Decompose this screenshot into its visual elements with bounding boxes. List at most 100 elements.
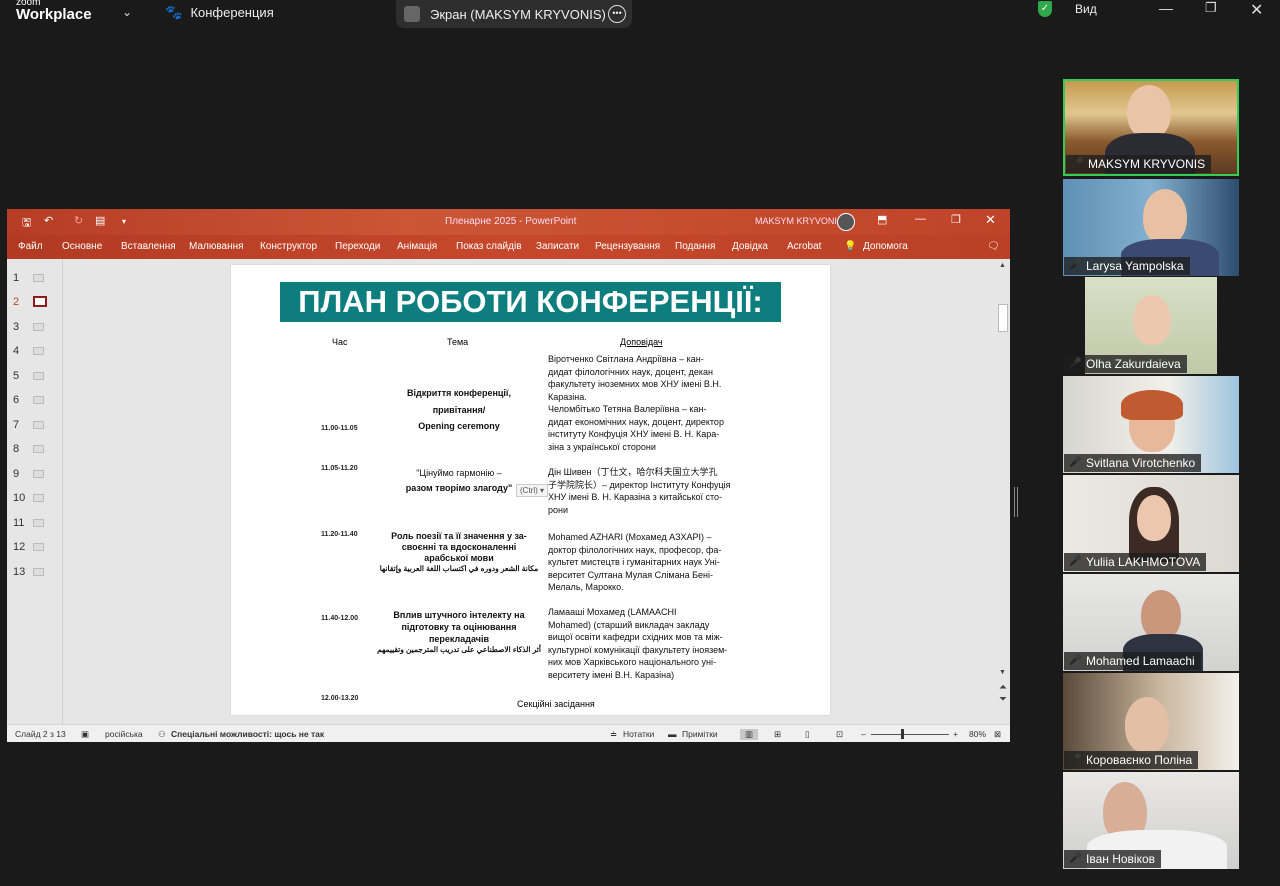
panel-resize-handle[interactable]	[1014, 487, 1018, 517]
slide-thumb-11[interactable]	[33, 519, 44, 527]
ribbon-display-icon[interactable]: ⬒	[877, 213, 887, 226]
slide-title[interactable]: ПЛАН РОБОТИ КОНФЕРЕНЦІЇ:	[280, 282, 781, 322]
participant-tile[interactable]: 🎤 Yuliia LAKHMOTOVA	[1063, 475, 1239, 572]
participant-video	[1143, 189, 1187, 245]
redo-icon[interactable]: ↻	[74, 214, 83, 227]
comments-button[interactable]: Примітки	[682, 729, 718, 739]
undo-icon[interactable]: ↶	[44, 214, 53, 227]
more-options-icon[interactable]: •••	[608, 5, 626, 23]
zoom-slider[interactable]	[871, 734, 949, 735]
participant-tile[interactable]: 🎤 Іван Новіков	[1063, 772, 1239, 869]
slide-thumb-5[interactable]	[33, 372, 44, 380]
view-menu-button[interactable]: Вид	[1075, 2, 1097, 16]
participant-tile[interactable]: 🎤 Olha Zakurdaieva	[1063, 277, 1239, 374]
slide-thumb-4[interactable]	[33, 347, 44, 355]
restore-icon[interactable]: ❐	[1205, 0, 1217, 16]
comment-icon: ▬	[668, 729, 677, 739]
ppt-restore-icon[interactable]: ❐	[951, 213, 961, 226]
slide-thumb-2[interactable]	[33, 296, 47, 307]
zoom-out-icon[interactable]: –	[861, 729, 866, 739]
scroll-up-icon[interactable]: ▲	[999, 262, 1006, 269]
slide-thumb-1[interactable]	[33, 274, 44, 282]
tab-transitions[interactable]: Переходи	[335, 241, 380, 252]
slide-thumb-3[interactable]	[33, 323, 44, 331]
next-slide-icon[interactable]: ⏷	[999, 694, 1007, 705]
slide-canvas[interactable]: ПЛАН РОБОТИ КОНФЕРЕНЦІЇ: Час Тема Допові…	[230, 264, 831, 716]
paste-options-button[interactable]: (Ctrl) ▾	[516, 484, 549, 497]
tab-acrobat[interactable]: Acrobat	[787, 241, 821, 252]
row-speaker-line: дидат економічних наук, доцент, директор	[548, 416, 724, 427]
participant-tile[interactable]: 🎤 Larysa Yampolska	[1063, 179, 1239, 276]
slide-thumb-6[interactable]	[33, 396, 44, 404]
tab-view[interactable]: Подання	[675, 241, 715, 252]
presentation-view-icon[interactable]: ⊡	[836, 729, 843, 740]
tab-insert[interactable]: Вставлення	[121, 241, 176, 252]
ppt-close-icon[interactable]: ✕	[985, 212, 996, 228]
tab-design[interactable]: Конструктор	[260, 241, 317, 252]
tab-slideshow[interactable]: Показ слайдів	[456, 241, 522, 252]
zoom-level[interactable]: 80%	[969, 729, 986, 739]
row-topic-line: Секційні засідання	[517, 699, 595, 709]
slide-number: 3	[13, 321, 20, 333]
minimize-icon[interactable]: —	[1159, 0, 1173, 16]
tab-help[interactable]: Довідка	[732, 241, 768, 252]
slide-thumb-10[interactable]	[33, 494, 44, 502]
meeting-info-button[interactable]: 🐾 Конференция	[165, 4, 274, 21]
prev-slide-icon[interactable]: ⏶	[999, 682, 1007, 693]
row-topic-line: арабської мови	[424, 553, 494, 563]
scroll-thumb[interactable]	[998, 304, 1008, 332]
row-speaker-line: рони	[548, 504, 569, 515]
slide-thumb-13[interactable]	[33, 568, 44, 576]
normal-view-icon[interactable]: ▥	[740, 729, 759, 740]
comments-icon[interactable]: 🗨	[987, 241, 1000, 252]
accessibility-status[interactable]: Спеціальні можливості: щось не так	[171, 729, 324, 739]
participant-tile[interactable]: 🎤 Svitlana Virotchenko	[1063, 376, 1239, 473]
screen-share-indicator[interactable]: Экран (MAKSYM KRYVONIS) •••	[396, 0, 632, 28]
close-icon[interactable]: ✕	[1250, 0, 1263, 20]
zoom-top-bar: zoom Workplace ⌄ 🐾 Конференция Экран (MA…	[0, 0, 1280, 33]
ppt-minimize-icon[interactable]: —	[915, 213, 926, 225]
tab-home[interactable]: Основне	[62, 241, 102, 252]
fit-slide-icon[interactable]: ⊠	[994, 729, 1001, 740]
chevron-down-icon[interactable]: ⌄	[122, 5, 132, 19]
row-time: 11.00-11.05	[321, 425, 358, 432]
tab-file[interactable]: Файл	[18, 241, 43, 252]
row-time: 12.00-13.20	[321, 695, 359, 702]
spellcheck-icon[interactable]: ▣	[81, 729, 89, 740]
participant-tile[interactable]: 🎤 MAKSYM KRYVONIS	[1063, 79, 1239, 176]
tab-tell-me[interactable]: Допомога	[863, 241, 908, 252]
slide-thumb-9[interactable]	[33, 470, 44, 478]
slide-number: 12	[13, 541, 26, 553]
tab-draw[interactable]: Малювання	[189, 241, 244, 252]
reading-view-icon[interactable]: ▯	[805, 729, 810, 740]
scroll-down-icon[interactable]: ▼	[999, 669, 1006, 676]
row-speaker-line: вищої освіти кафедри східних мов та між-	[548, 632, 723, 642]
participant-tile[interactable]: 🎤 Mohamed Lamaachi	[1063, 574, 1239, 671]
slide-thumb-12[interactable]	[33, 543, 44, 551]
user-avatar[interactable]	[837, 213, 855, 231]
zoom-logo: zoom Workplace	[16, 0, 92, 22]
slide-thumb-8[interactable]	[33, 445, 44, 453]
security-shield-icon[interactable]: ✓	[1038, 1, 1052, 17]
row-speaker-line: факультету іноземних мов ХНУ імені В.Н.	[548, 379, 722, 389]
customize-icon[interactable]: ▾	[122, 217, 126, 226]
tab-animations[interactable]: Анімація	[397, 241, 437, 252]
zoom-in-icon[interactable]: +	[953, 729, 958, 739]
language-indicator[interactable]: російська	[105, 729, 143, 739]
save-icon[interactable]: 🖫	[22, 214, 31, 233]
slideshow-icon[interactable]: ▤	[95, 214, 105, 227]
tab-record[interactable]: Записати	[536, 241, 579, 252]
notes-button[interactable]: Нотатки	[623, 729, 654, 739]
row-topic-line: підготовку та оцінювання	[401, 622, 517, 632]
slide-number: 10	[13, 492, 26, 504]
zoom-slider-knob[interactable]	[901, 729, 904, 739]
slide-thumb-7[interactable]	[33, 421, 44, 429]
participant-tile[interactable]: 🎤 Коровaєнко Поліна	[1063, 673, 1239, 770]
slide-sorter-icon[interactable]: ⊞	[774, 729, 781, 740]
participant-name: Larysa Yampolska	[1064, 257, 1190, 275]
tab-review[interactable]: Рецензування	[595, 241, 660, 252]
vertical-scrollbar[interactable]: ▲ ▼ ⏶ ⏷	[996, 259, 1010, 724]
slide-number: 1	[13, 272, 20, 284]
row-speaker-line: культурної комунікації факультету іноязе…	[548, 644, 728, 655]
row-topic-line: Відкриття конференції,	[407, 388, 511, 398]
